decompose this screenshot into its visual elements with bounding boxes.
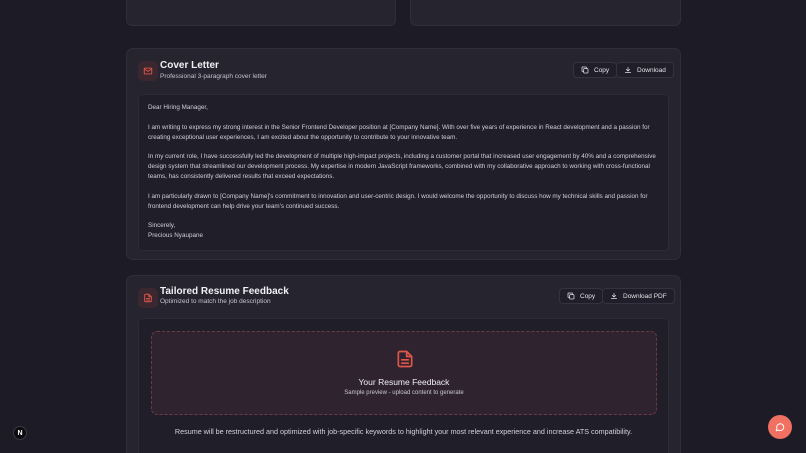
copy-icon	[567, 292, 575, 300]
document-icon	[397, 350, 413, 368]
resume-note: Resume will be restructured and optimize…	[174, 427, 633, 436]
resume-preview-container: Your Resume Feedback Sample preview - up…	[138, 318, 669, 453]
mail-icon	[138, 61, 158, 81]
copy-button[interactable]: Copy	[573, 62, 618, 78]
resume-feedback-card: Tailored Resume Feedback Optimized to ma…	[126, 275, 681, 453]
download-icon	[624, 66, 632, 73]
letter-signature: Precious Nyaupane	[148, 232, 203, 240]
letter-paragraph: In my current role, I have successfully …	[148, 153, 656, 181]
letter-closing: Sincerely,	[148, 222, 176, 230]
resume-feedback-subtitle: Optimized to match the job description	[160, 298, 271, 305]
preview-title: Your Resume Feedback	[358, 377, 450, 387]
copy-button[interactable]: Copy	[559, 288, 604, 304]
letter-paragraph: I am particularly drawn to [Company Name…	[148, 192, 648, 210]
previous-card-right	[410, 0, 681, 26]
download-icon	[610, 292, 618, 299]
letter-paragraph: I am writing to express my strong intere…	[148, 123, 650, 141]
next-dev-badge[interactable]: N	[13, 426, 27, 440]
cover-letter-text: Dear Hiring Manager, I am writing to exp…	[138, 94, 669, 251]
copy-icon	[581, 66, 589, 74]
chat-icon	[775, 423, 785, 432]
download-pdf-label: Download PDF	[623, 292, 667, 300]
next-logo-icon: N	[17, 429, 23, 437]
resume-preview-dropzone[interactable]: Your Resume Feedback Sample preview - up…	[151, 331, 657, 415]
download-button[interactable]: Download	[616, 62, 674, 78]
copy-button-label: Copy	[594, 66, 610, 74]
download-button-label: Download	[637, 66, 666, 74]
resume-feedback-title: Tailored Resume Feedback	[160, 286, 289, 297]
copy-button-label: Copy	[580, 292, 596, 300]
cover-letter-subtitle: Professional 3-paragraph cover letter	[160, 73, 267, 80]
chat-button[interactable]	[768, 415, 792, 439]
preview-subtitle: Sample preview - upload content to gener…	[344, 390, 464, 396]
cover-letter-title: Cover Letter	[160, 60, 219, 71]
previous-card-left	[126, 0, 396, 26]
file-text-icon	[138, 288, 158, 308]
download-pdf-button[interactable]: Download PDF	[602, 288, 675, 304]
letter-greeting: Dear Hiring Manager,	[148, 104, 208, 111]
cover-letter-card: Cover Letter Professional 3-paragraph co…	[126, 48, 681, 260]
